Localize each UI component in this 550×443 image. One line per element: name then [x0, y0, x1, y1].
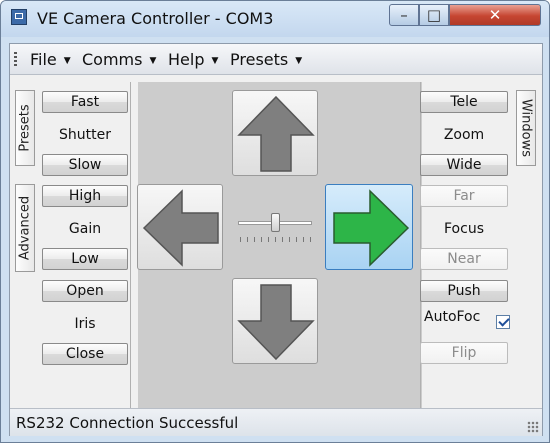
app-icon — [11, 9, 27, 25]
menu-comms-label: Comms — [82, 50, 143, 69]
chevron-down-icon: ▼ — [63, 56, 71, 66]
tab-advanced-label: Advanced — [17, 195, 33, 261]
tab-windows[interactable]: Windows — [516, 90, 536, 166]
chevron-down-icon: ▼ — [295, 56, 303, 66]
tilt-up-button[interactable] — [232, 90, 318, 176]
autofocus-checkbox[interactable] — [496, 315, 510, 329]
autofocus-label: AutoFoc — [424, 309, 481, 325]
focus-push-button[interactable]: Push — [420, 280, 508, 302]
gain-label: Gain — [68, 221, 102, 237]
menu-file-label: File — [30, 50, 57, 69]
gain-low-button[interactable]: Low — [42, 248, 128, 270]
gain-high-button[interactable]: High — [42, 185, 128, 207]
arrow-left-icon — [142, 189, 219, 267]
window-title: VE Camera Controller - COM3 — [37, 9, 274, 28]
chevron-down-icon: ▼ — [149, 56, 157, 66]
iris-close-button[interactable]: Close — [42, 343, 128, 365]
menu-help[interactable]: Help ▼ — [168, 50, 218, 69]
maximize-button[interactable]: □ — [419, 4, 449, 26]
speed-slider-ticks — [240, 237, 312, 242]
menu-presets-label: Presets — [230, 50, 289, 69]
pan-left-button[interactable] — [137, 184, 223, 270]
tab-windows-label: Windows — [518, 98, 534, 158]
zoom-label: Zoom — [443, 127, 485, 143]
menu-presets[interactable]: Presets ▼ — [230, 50, 302, 69]
resize-grip-icon[interactable] — [527, 421, 539, 433]
title-bar[interactable]: VE Camera Controller - COM3 – □ ✕ — [1, 1, 549, 37]
arrow-right-icon — [333, 189, 410, 267]
tab-advanced[interactable]: Advanced — [15, 184, 35, 272]
menu-file[interactable]: File ▼ — [30, 50, 71, 69]
arrow-up-icon — [237, 95, 315, 172]
flip-button[interactable]: Flip — [420, 342, 508, 364]
focus-label: Focus — [444, 221, 484, 237]
focus-near-button[interactable]: Near — [420, 248, 508, 270]
minimize-button[interactable]: – — [389, 4, 419, 26]
speed-slider-thumb[interactable] — [271, 213, 280, 232]
shutter-fast-button[interactable]: Fast — [42, 91, 128, 113]
status-bar: RS232 Connection Successful — [10, 408, 542, 436]
status-text: RS232 Connection Successful — [16, 414, 239, 432]
arrow-down-icon — [237, 284, 315, 361]
tab-presets[interactable]: Presets — [15, 90, 35, 166]
iris-label: Iris — [74, 316, 96, 332]
tab-presets-label: Presets — [17, 104, 33, 152]
toolbar-grip[interactable] — [14, 52, 17, 67]
zoom-wide-button[interactable]: Wide — [420, 154, 508, 176]
tilt-down-button[interactable] — [232, 278, 318, 364]
chevron-down-icon: ▼ — [211, 56, 219, 66]
close-button[interactable]: ✕ — [449, 4, 541, 26]
app-window: VE Camera Controller - COM3 – □ ✕ File ▼ … — [0, 0, 550, 443]
pan-right-button[interactable] — [325, 184, 413, 270]
menu-bar: File ▼ Comms ▼ Help ▼ Presets ▼ — [10, 44, 542, 75]
left-divider — [130, 82, 131, 408]
menu-help-label: Help — [168, 50, 205, 69]
menu-comms[interactable]: Comms ▼ — [82, 50, 156, 69]
iris-open-button[interactable]: Open — [42, 280, 128, 302]
client-area: File ▼ Comms ▼ Help ▼ Presets ▼ Presets Adva… — [9, 43, 543, 436]
shutter-slow-button[interactable]: Slow — [42, 154, 128, 176]
zoom-tele-button[interactable]: Tele — [420, 91, 508, 113]
shutter-label: Shutter — [59, 127, 111, 143]
focus-far-button[interactable]: Far — [420, 185, 508, 207]
